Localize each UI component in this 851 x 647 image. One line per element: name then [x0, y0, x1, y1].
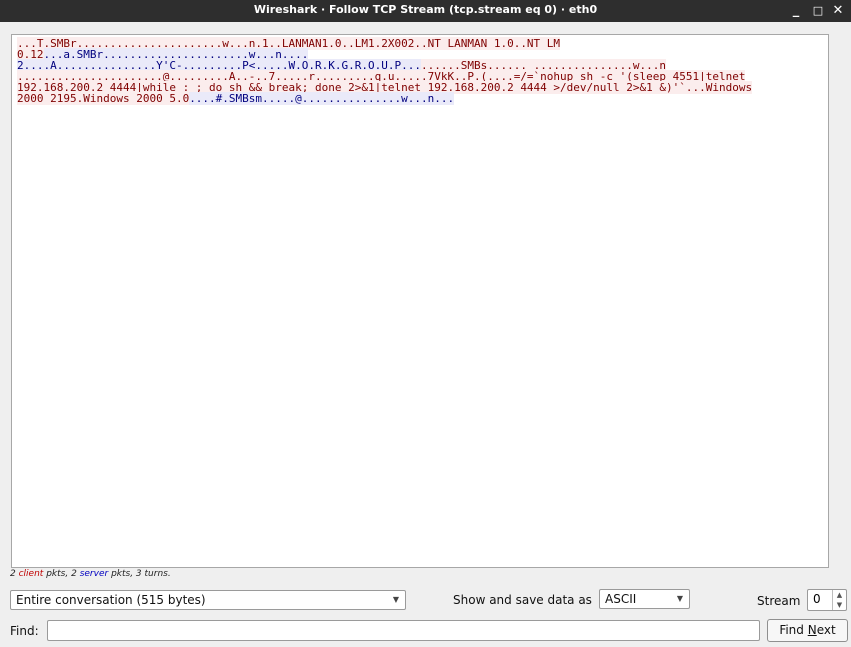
data-format-select[interactable]: ASCII ▼ [599, 589, 690, 609]
stats-middle: pkts, 2 [46, 569, 77, 579]
chevron-down-icon: ▼ [676, 594, 683, 603]
minimize-button[interactable]: _ [787, 2, 805, 20]
packet-stats: 2 client pkts, 2 server pkts, 3 turns. [10, 569, 171, 579]
window-title: Wireshark · Follow TCP Stream (tcp.strea… [253, 3, 598, 16]
arrow-down-icon[interactable]: ▼ [833, 600, 846, 610]
title-bar: Wireshark · Follow TCP Stream (tcp.strea… [0, 0, 851, 22]
find-input[interactable] [47, 620, 760, 641]
spin-buttons: ▲ ▼ [832, 590, 846, 610]
arrow-up-icon[interactable]: ▲ [833, 590, 846, 600]
stream-content-area[interactable]: ...T.SMBr......................w...n.1..… [11, 34, 829, 568]
data-format-select-value: ASCII [605, 592, 637, 606]
client-label: client [18, 569, 44, 579]
find-next-suffix: ext [816, 623, 836, 637]
chevron-down-icon: ▼ [392, 595, 399, 604]
find-next-prefix: Find [779, 623, 808, 637]
show-save-label: Show and save data as [453, 593, 592, 607]
conversation-select-value: Entire conversation (515 bytes) [16, 593, 206, 607]
stream-number-value: 0 [813, 592, 821, 606]
server-segment: ...a.SMBr......................w...n....… [17, 48, 421, 72]
client-packet-count: 2 [10, 569, 16, 579]
server-label: server [79, 569, 109, 579]
close-button[interactable]: ✕ [829, 2, 847, 20]
find-label: Find: [10, 624, 39, 638]
stream-text: ...T.SMBr......................w...n.1..… [17, 37, 823, 105]
find-next-mnemonic: N [807, 623, 817, 637]
find-next-button[interactable]: Find Next [767, 619, 848, 642]
maximize-button[interactable]: □ [809, 2, 827, 20]
conversation-select[interactable]: Entire conversation (515 bytes) ▼ [10, 590, 406, 610]
stats-suffix: pkts, 3 turns. [111, 569, 171, 579]
server-segment: ....#.SMBsm.....@...............w...n... [189, 92, 455, 105]
stream-label: Stream [757, 594, 801, 608]
stream-number-spinbox[interactable]: 0 ▲ ▼ [807, 589, 847, 611]
